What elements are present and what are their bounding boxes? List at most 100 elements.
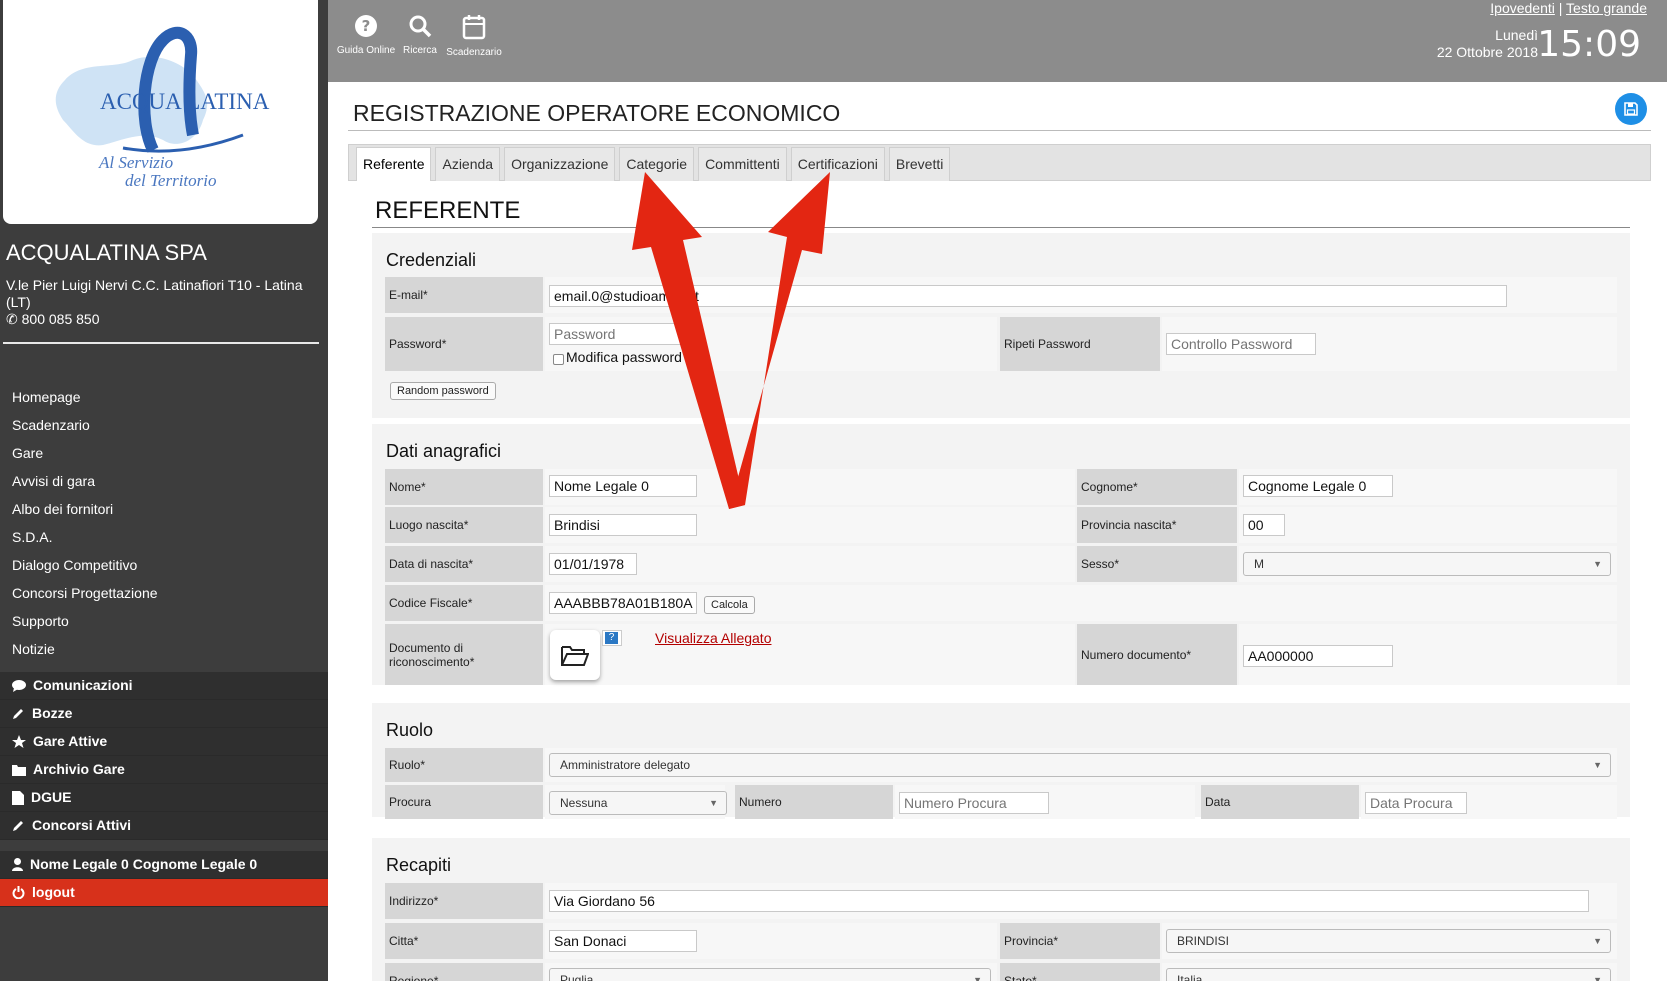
data-nascita-label: Data di nascita* — [385, 546, 543, 582]
recapiti-group: Recapiti Indirizzo* Citta* Provincia* BR… — [372, 838, 1630, 981]
random-password-button[interactable]: Random password — [390, 382, 496, 400]
folder-icon — [12, 764, 26, 776]
calcola-button[interactable]: Calcola — [704, 596, 755, 614]
section-divider — [372, 227, 1630, 228]
tab-referente[interactable]: Referente — [356, 147, 432, 181]
password-label: Password* — [385, 317, 543, 371]
numero-procura-field[interactable] — [899, 792, 1049, 814]
sidebar: ACQUA LATINA Al Servizio del Territorio … — [0, 0, 328, 981]
section-comunicazioni[interactable]: Comunicazioni — [0, 672, 328, 700]
section-archivio-gare[interactable]: Archivio Gare — [0, 756, 328, 784]
ripeti-password-label: Ripeti Password — [1000, 317, 1160, 371]
tab-committenti[interactable]: Committenti — [698, 147, 787, 181]
phone-number: 800 085 850 — [21, 311, 100, 327]
section-gare-attive[interactable]: Gare Attive — [0, 728, 328, 756]
numero-label: Numero — [735, 785, 893, 819]
guida-online-button[interactable]: ? Guida Online — [336, 14, 396, 56]
modifica-password-checkbox[interactable] — [553, 354, 564, 365]
data-nascita-field[interactable] — [549, 553, 637, 575]
logout-button[interactable]: logout — [0, 879, 328, 907]
provincia-nascita-label: Provincia nascita* — [1077, 507, 1237, 543]
upload-button[interactable] — [550, 630, 600, 680]
section-label: Archivio Gare — [33, 761, 125, 777]
visualizza-allegato-link[interactable]: Visualizza Allegato — [655, 630, 771, 646]
company-address: V.le Pier Luigi Nervi C.C. Latinafiori T… — [6, 277, 303, 310]
nav-albo-fornitori[interactable]: Albo dei fornitori — [0, 499, 328, 527]
group-title: Dati anagrafici — [386, 441, 502, 461]
nav-gare[interactable]: Gare — [0, 443, 328, 471]
modifica-password-label: Modifica password — [566, 349, 682, 365]
ruolo-group: Ruolo Ruolo* Amministratore delegato ▼ Pr… — [372, 703, 1630, 819]
group-title: Credenziali — [386, 250, 477, 270]
testo-grande-link[interactable]: Testo grande — [1566, 0, 1647, 16]
ruolo-select[interactable]: Amministratore delegato ▼ — [549, 753, 1611, 777]
user-icon — [12, 858, 23, 871]
tab-brevetti[interactable]: Brevetti — [888, 147, 951, 181]
provincia-nascita-field[interactable] — [1243, 514, 1285, 536]
nav-avvisi-di-gara[interactable]: Avvisi di gara — [0, 471, 328, 499]
chevron-down-icon: ▼ — [1593, 760, 1602, 770]
nav-scadenzario[interactable]: Scadenzario — [0, 415, 328, 443]
ipovedenti-link[interactable]: Ipovedenti — [1490, 0, 1555, 16]
nav-supporto[interactable]: Supporto — [0, 611, 328, 639]
section-label: Comunicazioni — [33, 677, 133, 693]
title-divider — [348, 130, 1651, 131]
regione-label: Regione* — [385, 963, 543, 981]
company-phone: ✆ 800 085 850 — [6, 311, 99, 328]
provincia-select[interactable]: BRINDISI ▼ — [1166, 929, 1611, 953]
password-field[interactable] — [549, 323, 689, 345]
nav-notizie[interactable]: Notizie — [0, 639, 328, 667]
sesso-select[interactable]: M ▼ — [1243, 552, 1611, 576]
tab-azienda[interactable]: Azienda — [435, 147, 501, 181]
email-field[interactable] — [549, 285, 1507, 307]
user-profile[interactable]: Nome Legale 0 Cognome Legale 0 — [0, 851, 328, 879]
section-bozze[interactable]: Bozze — [0, 700, 328, 728]
chevron-down-icon: ▼ — [1593, 559, 1602, 569]
question-icon: ? — [605, 632, 618, 644]
link-separator: | — [1558, 0, 1563, 16]
nav-homepage[interactable]: Homepage — [0, 387, 328, 415]
scadenzario-button[interactable]: Scadenzario — [444, 14, 504, 58]
sidebar-sections: Comunicazioni Bozze Gare Attive Archivio… — [0, 672, 328, 840]
pencil-icon — [13, 709, 23, 719]
phone-icon: ✆ — [6, 311, 22, 327]
luogo-nascita-field[interactable] — [549, 514, 697, 536]
save-button[interactable] — [1615, 93, 1647, 125]
citta-label: Citta* — [385, 923, 543, 959]
regione-value: Puglia — [560, 973, 594, 981]
help-icon: ? — [355, 15, 377, 37]
company-logo[interactable]: ACQUA LATINA Al Servizio del Territorio — [3, 0, 318, 224]
documento-cell — [545, 624, 1075, 685]
provincia-nascita-cell — [1239, 507, 1617, 543]
tab-organizzazione[interactable]: Organizzazione — [504, 147, 616, 181]
tab-categorie[interactable]: Categorie — [619, 147, 695, 181]
page-title: REGISTRAZIONE OPERATORE ECONOMICO — [353, 100, 841, 126]
section-concorsi-attivi[interactable]: Concorsi Attivi — [0, 812, 328, 840]
nav-dialogo-competitivo[interactable]: Dialogo Competitivo — [0, 555, 328, 583]
codice-fiscale-field[interactable] — [549, 592, 697, 614]
tab-certificazioni[interactable]: Certificazioni — [790, 147, 885, 181]
accessibility-links: Ipovedenti | Testo grande — [1490, 0, 1647, 16]
ricerca-button[interactable]: Ricerca — [400, 14, 440, 56]
attachment-icon-box: ? — [602, 630, 622, 646]
procura-select[interactable]: Nessuna ▼ — [549, 791, 727, 815]
ruolo-value: Amministratore delegato — [560, 758, 691, 772]
section-label: Gare Attive — [33, 733, 108, 749]
citta-field[interactable] — [549, 930, 697, 952]
logo-graphic: ACQUA LATINA Al Servizio del Territorio — [55, 26, 270, 190]
numero-documento-field[interactable] — [1243, 645, 1393, 667]
folder-open-icon — [561, 646, 589, 666]
data-procura-field[interactable] — [1365, 792, 1467, 814]
indirizzo-field[interactable] — [549, 890, 1589, 912]
stato-select[interactable]: Italia ▼ — [1166, 968, 1611, 981]
svg-text:del Territorio: del Territorio — [125, 171, 216, 190]
sidebar-divider — [3, 342, 319, 344]
section-dgue[interactable]: DGUE — [0, 784, 328, 812]
nav-concorsi-progettazione[interactable]: Concorsi Progettazione — [0, 583, 328, 611]
controllo-password-field[interactable] — [1166, 333, 1316, 355]
cognome-field[interactable] — [1243, 475, 1393, 497]
regione-select[interactable]: Puglia ▼ — [549, 968, 991, 981]
top-toolbar: ? Guida Online Ricerca Scadenzario Ipove… — [328, 0, 1667, 82]
nome-field[interactable] — [549, 475, 697, 497]
nav-sda[interactable]: S.D.A. — [0, 527, 328, 555]
